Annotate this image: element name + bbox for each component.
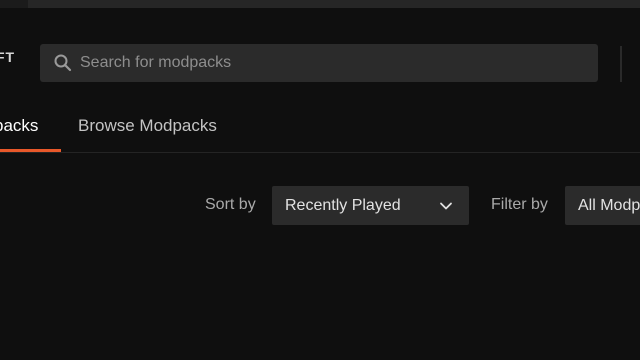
tab-my-modpacks[interactable]: packs	[0, 115, 38, 137]
sort-select[interactable]: Recently Played	[272, 186, 469, 225]
search-input[interactable]	[80, 44, 580, 82]
top-bar-segment	[0, 0, 28, 8]
search-bar[interactable]	[40, 44, 598, 82]
app-logo: FT	[0, 49, 16, 65]
filter-by-label: Filter by	[491, 196, 548, 213]
header-divider	[620, 46, 622, 82]
tabs-divider	[0, 152, 640, 153]
sort-select-value: Recently Played	[285, 197, 401, 214]
top-bar	[0, 0, 640, 8]
sort-by-label: Sort by	[205, 196, 256, 213]
tab-browse-modpacks[interactable]: Browse Modpacks	[78, 115, 217, 137]
filter-select-value: All Modp	[578, 197, 640, 214]
search-icon	[53, 53, 73, 73]
filter-select[interactable]: All Modp	[565, 186, 640, 225]
chevron-down-icon	[439, 199, 453, 213]
app-window: FT packs Browse Modpacks Sort by Recentl…	[0, 0, 640, 360]
